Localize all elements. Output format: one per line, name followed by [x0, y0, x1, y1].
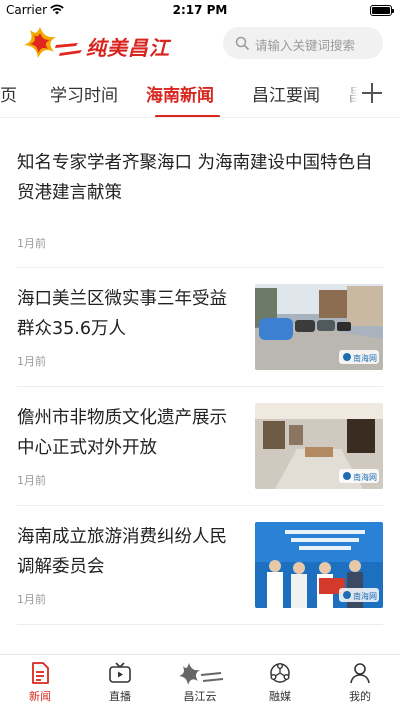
channel-tabs: 首页 学习时间 海南新闻 昌江要闻 昌	[0, 70, 400, 118]
nav-media-hub-label: 融媒	[269, 690, 291, 703]
changjiang-cloud-logo	[179, 663, 224, 685]
news-title: 知名专家学者齐聚海口 为海南建设中国特色自贸港建言献策	[17, 153, 373, 203]
search-placeholder: 请输入关键词搜索	[255, 38, 356, 53]
nav-news-label: 新闻	[29, 690, 51, 703]
nav-news[interactable]: 新闻	[10, 661, 70, 704]
nav-live[interactable]: 直播	[90, 661, 150, 704]
tab-hainan-news[interactable]: 海南新闻	[146, 81, 214, 106]
tab-study-time[interactable]: 学习时间	[50, 81, 118, 106]
watermark-text: 南海网	[353, 353, 377, 363]
bottom-tab-bar: 新闻 直播 昌江云 融媒 我的	[0, 654, 400, 710]
news-item[interactable]: 儋州市非物质文化遗产展示中心正式对外开放 1月前 南海网	[17, 387, 383, 506]
news-thumbnail: 南海网	[255, 403, 383, 489]
news-time: 1月前	[17, 474, 46, 487]
news-thumbnail: 南海网	[255, 284, 383, 370]
watermark-text: 南海网	[353, 591, 377, 601]
watermark-text: 南海网	[353, 472, 377, 482]
news-time: 1月前	[17, 237, 46, 250]
tab-home[interactable]: 首页	[0, 81, 17, 106]
status-time: 2:17 PM	[172, 3, 228, 17]
plus-icon	[362, 83, 382, 103]
nav-profile[interactable]: 我的	[330, 661, 390, 704]
status-bar: Carrier 2:17 PM	[0, 0, 400, 20]
tv-icon	[109, 662, 131, 683]
nav-profile-label: 我的	[349, 690, 371, 703]
news-time: 1月前	[17, 355, 46, 368]
battery-icon	[370, 5, 394, 16]
news-title: 海南成立旅游消费纠纷人民调解委员会	[17, 527, 227, 577]
nav-changjiang-cloud-label: 昌江云	[183, 690, 217, 703]
news-title: 儋州市非物质文化遗产展示中心正式对外开放	[17, 408, 227, 458]
nav-media-hub[interactable]: 融媒	[250, 661, 310, 704]
add-channel-button[interactable]	[340, 70, 400, 117]
news-item[interactable]: 海南成立旅游消费纠纷人民调解委员会 1月前 南海网	[17, 506, 383, 625]
news-title: 海口美兰区微实事三年受益群众35.6万人	[17, 289, 227, 339]
media-hub-icon	[270, 663, 290, 683]
app-header: 纯美昌江 请输入关键词搜索	[0, 20, 400, 70]
nav-live-label: 直播	[109, 690, 131, 703]
search-icon	[235, 36, 249, 50]
news-item[interactable]: 海口美兰区微实事三年受益群众35.6万人 1月前 南海网	[17, 268, 383, 387]
logo-flower-icon	[24, 27, 82, 58]
logo-text: 纯美昌江	[86, 36, 170, 60]
profile-icon	[350, 663, 370, 684]
news-time: 1月前	[17, 593, 46, 606]
tab-changjiang-news[interactable]: 昌江要闻	[252, 81, 320, 106]
news-thumbnail: 南海网	[255, 522, 383, 608]
news-item[interactable]: 知名专家学者齐聚海口 为海南建设中国特色自贸港建言献策 1月前	[17, 118, 383, 268]
news-icon	[32, 662, 49, 684]
nav-changjiang-cloud[interactable]: 昌江云	[170, 661, 230, 704]
app-logo[interactable]: 纯美昌江	[16, 23, 186, 63]
search-input[interactable]: 请输入关键词搜索	[223, 27, 383, 59]
